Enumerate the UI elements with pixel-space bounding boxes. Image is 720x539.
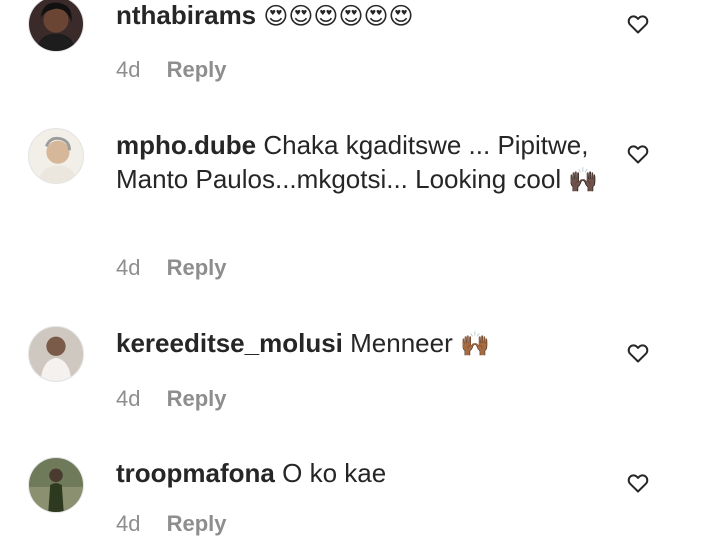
- comment-text: mpho.dube Chaka kgaditswe ... Pipitwe, M…: [116, 128, 606, 198]
- comment-time: 4d: [116, 255, 141, 280]
- comment-username[interactable]: nthabirams: [116, 0, 256, 30]
- comment-body: Menneer: [350, 328, 453, 358]
- like-heart-icon[interactable]: [626, 471, 650, 495]
- comment-emoji: 🙌🏾: [459, 331, 490, 358]
- comment-item: mpho.dube Chaka kgaditswe ... Pipitwe, M…: [0, 110, 720, 310]
- like-heart-icon[interactable]: [626, 142, 650, 166]
- comment-item: troopmafona O ko kae 4d Reply: [0, 440, 720, 536]
- comment-meta: 4d Reply: [116, 55, 227, 85]
- comment-text: kereeditse_molusi Menneer 🙌🏾: [116, 326, 606, 362]
- comment-emoji: 😍😍😍😍😍😍: [263, 3, 414, 30]
- comment-item: nthabirams 😍😍😍😍😍😍 4d Reply: [0, 0, 720, 110]
- comment-emoji: 🙌🏿: [568, 167, 599, 194]
- comment-item: kereeditse_molusi Menneer 🙌🏾 4d Reply: [0, 310, 720, 440]
- avatar-photo: [29, 327, 83, 381]
- comment-time: 4d: [116, 386, 141, 411]
- like-heart-icon[interactable]: [626, 341, 650, 365]
- comment-username[interactable]: troopmafona: [116, 458, 275, 488]
- like-heart-icon[interactable]: [626, 12, 650, 36]
- reply-button[interactable]: Reply: [167, 386, 227, 411]
- comment-username[interactable]: kereeditse_molusi: [116, 328, 343, 358]
- reply-button[interactable]: Reply: [167, 511, 227, 536]
- avatar[interactable]: [28, 326, 84, 382]
- comment-username[interactable]: mpho.dube: [116, 130, 256, 160]
- comment-text: troopmafona O ko kae: [116, 456, 606, 492]
- avatar-photo: [29, 458, 83, 512]
- comment-meta: 4d Reply: [116, 509, 227, 539]
- avatar[interactable]: [28, 128, 84, 184]
- avatar-photo: [29, 129, 83, 183]
- avatar[interactable]: [28, 457, 84, 513]
- reply-button[interactable]: Reply: [167, 57, 227, 82]
- comment-time: 4d: [116, 511, 141, 536]
- comment-body: O ko kae: [282, 458, 387, 488]
- avatar-photo: [29, 0, 83, 51]
- avatar[interactable]: [28, 0, 84, 52]
- comment-time: 4d: [116, 57, 141, 82]
- comment-meta: 4d Reply: [116, 253, 227, 283]
- comment-meta: 4d Reply: [116, 384, 227, 414]
- reply-button[interactable]: Reply: [167, 255, 227, 280]
- comment-text: nthabirams 😍😍😍😍😍😍: [116, 0, 606, 34]
